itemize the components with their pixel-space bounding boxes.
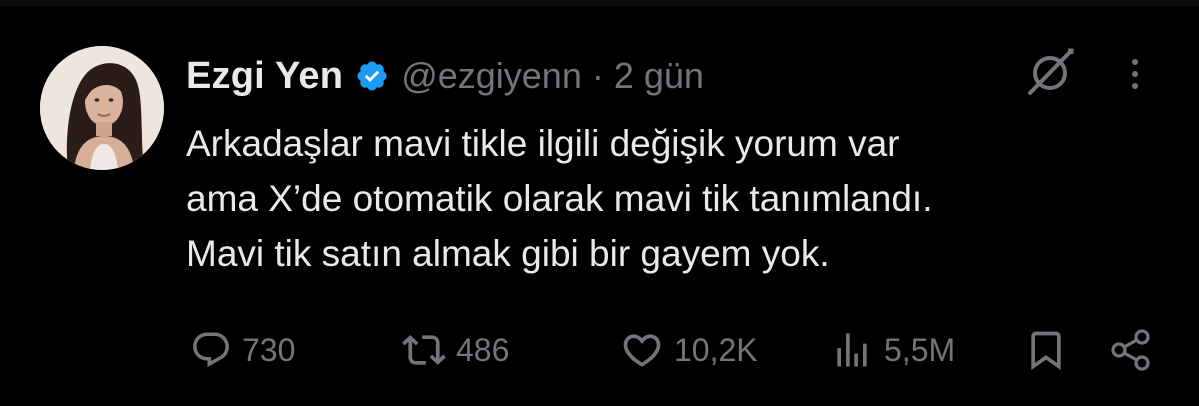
like-count: 10,2K — [674, 331, 758, 368]
tweet-header: Ezgi Yen @ezgiyenn · 2 gün — [186, 50, 704, 102]
bar-chart-icon — [837, 333, 867, 367]
tweet-card[interactable]: Ezgi Yen @ezgiyenn · 2 gün Arkadaşlar ma… — [0, 0, 1199, 406]
bookmark-button[interactable] — [1024, 322, 1068, 378]
heart-icon — [623, 334, 661, 367]
avatar[interactable] — [40, 46, 164, 170]
share-button[interactable] — [1108, 322, 1154, 378]
share-icon — [1111, 329, 1150, 371]
timestamp[interactable]: 2 gün — [614, 55, 704, 97]
bookmark-icon — [1031, 331, 1061, 371]
views-button[interactable]: 5,5M — [830, 322, 955, 378]
tweet-text-line: Arkadaşlar mavi tikle ilgili değişik yor… — [186, 123, 900, 164]
reply-count: 730 — [242, 331, 296, 368]
views-count: 5,5M — [884, 331, 956, 368]
tweet-text-line: ama X’de otomatik olarak mavi tik tanıml… — [186, 178, 933, 219]
repost-icon — [402, 335, 446, 365]
tweet-text-line: Mavi tik satın almak gibi bir gayem yok. — [186, 233, 830, 274]
action-bar: 730 486 10,2K 5,5M — [186, 322, 1166, 378]
more-vertical-icon[interactable] — [1120, 54, 1150, 94]
speech-bubble-icon — [193, 332, 229, 367]
grok-icon[interactable] — [1024, 46, 1076, 98]
user-handle[interactable]: @ezgiyenn — [401, 55, 582, 97]
reply-button[interactable]: 730 — [190, 322, 295, 378]
tweet-text: Arkadaşlar mavi tikle ilgili değişik yor… — [186, 116, 1176, 281]
user-name[interactable]: Ezgi Yen — [186, 55, 343, 98]
separator-dot: · — [591, 55, 604, 96]
divider — [0, 0, 1199, 6]
repost-button[interactable]: 486 — [402, 322, 509, 378]
repost-count: 486 — [456, 331, 510, 368]
like-button[interactable]: 10,2K — [620, 322, 758, 378]
verified-badge-icon — [355, 59, 389, 93]
